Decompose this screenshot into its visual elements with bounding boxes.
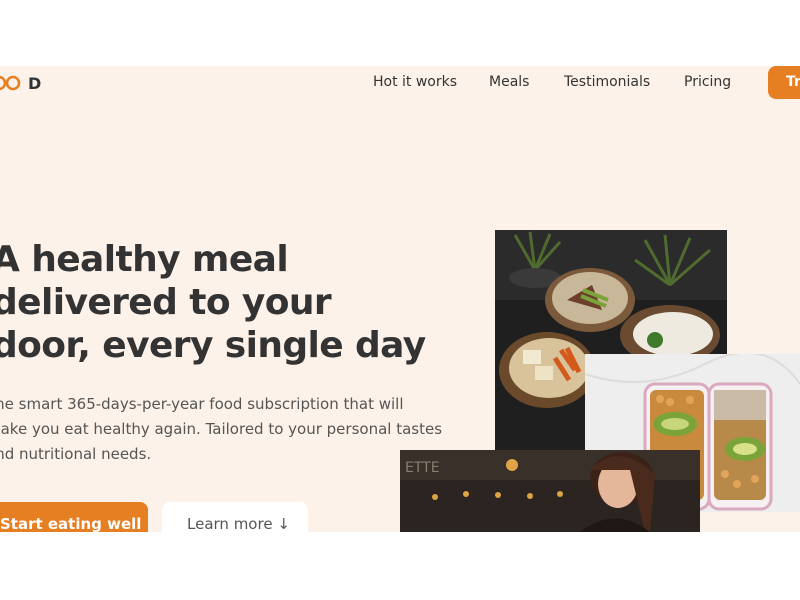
nav-link-meals[interactable]: Meals — [489, 74, 529, 90]
omnifood-logo[interactable]: D — [0, 72, 41, 94]
hero-description: The smart 365-days-per-year food subscri… — [0, 392, 443, 467]
nav-link-testimonials[interactable]: Testimonials — [564, 74, 650, 90]
try-for-free-button[interactable]: Try for free — [768, 66, 800, 99]
nav-link-pricing[interactable]: Pricing — [684, 74, 731, 90]
hero-title-line: delivered to your — [0, 282, 332, 323]
hero-description-line: The smart 365-days-per-year food subscri… — [0, 395, 404, 413]
infinity-logo-icon — [0, 75, 21, 91]
hero-title-line: door, every single day — [0, 325, 426, 366]
hero-title: A healthy meal delivered to your door, e… — [0, 238, 432, 367]
nav-link-how-it-works[interactable]: Hot it works — [373, 74, 457, 90]
hero-description-line: make you eat healthy again. Tailored to … — [0, 420, 443, 438]
start-eating-well-button[interactable]: Start eating well — [0, 502, 148, 532]
learn-more-button[interactable]: Learn more ↓ — [162, 502, 308, 532]
svg-text:ETTE: ETTE — [405, 460, 440, 476]
hero-title-line: A healthy meal — [0, 239, 289, 280]
restaurant-woman-image: ETTE — [400, 450, 700, 532]
logo-text: D — [28, 73, 42, 93]
hero-description-line: and nutritional needs. — [0, 445, 152, 463]
woman-eating-photo: ETTE — [400, 450, 700, 532]
hero-section: D Hot it works Meals Testimonials Pricin… — [0, 66, 800, 532]
